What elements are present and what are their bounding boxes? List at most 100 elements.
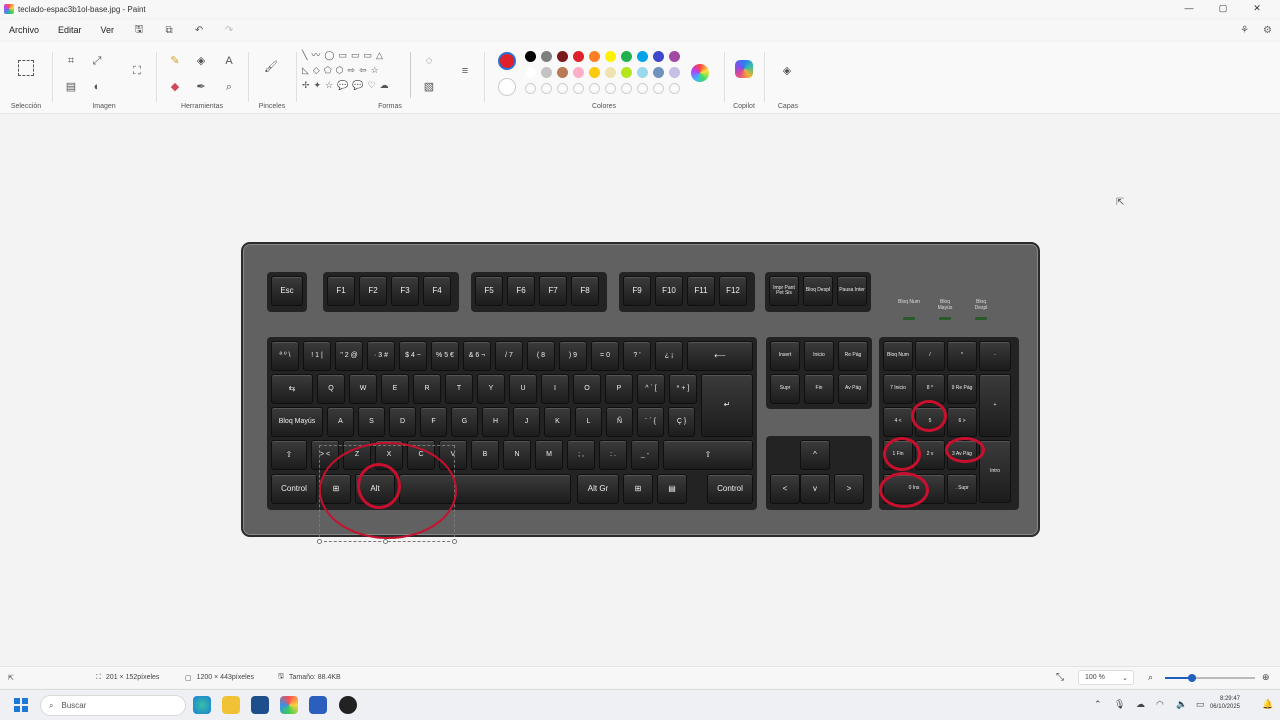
- wifi-icon[interactable]: ◠: [1156, 699, 1164, 710]
- resize-handle[interactable]: [383, 539, 388, 544]
- color-swatch[interactable]: [621, 83, 632, 94]
- rotate-icon[interactable]: ▤: [64, 80, 78, 94]
- group-imagen: ⌗ ⤢ ⛶ ▤ ◐ Imagen: [56, 46, 152, 112]
- chevron-up-icon[interactable]: ⌃: [1094, 699, 1102, 710]
- community-icon[interactable]: ⚘: [1240, 25, 1249, 36]
- color-swatch[interactable]: [525, 67, 536, 78]
- zoom-out-icon[interactable]: ⌕: [1148, 672, 1153, 683]
- color-picker-icon[interactable]: ✒: [194, 80, 208, 94]
- share-icon[interactable]: ⧉: [154, 25, 184, 36]
- color-swatch[interactable]: [621, 51, 632, 62]
- resize-handle[interactable]: [452, 539, 457, 544]
- color-swatch[interactable]: [557, 83, 568, 94]
- edge-icon[interactable]: [193, 696, 211, 714]
- word-icon[interactable]: [309, 696, 327, 714]
- zoom-in-icon[interactable]: ⊕: [1262, 672, 1270, 683]
- color-swatch[interactable]: [589, 67, 600, 78]
- store-icon[interactable]: [251, 696, 269, 714]
- maximize-button[interactable]: ▢: [1206, 0, 1240, 16]
- color-swatch[interactable]: [637, 67, 648, 78]
- color-swatch[interactable]: [557, 51, 568, 62]
- magnifier-icon[interactable]: ⌕: [222, 80, 236, 94]
- color-swatch[interactable]: [573, 67, 584, 78]
- color-swatch[interactable]: [637, 51, 648, 62]
- notifications-icon[interactable]: 🔔: [1262, 699, 1273, 710]
- obs-icon[interactable]: [339, 696, 357, 714]
- color-swatch[interactable]: [669, 67, 680, 78]
- volume-icon[interactable]: 🔈: [1176, 699, 1187, 710]
- pencil-icon[interactable]: ✎: [168, 54, 182, 68]
- color-swatch[interactable]: [637, 83, 648, 94]
- flip-icon[interactable]: ◐: [90, 80, 104, 94]
- crop-icon[interactable]: ⌗: [64, 54, 78, 68]
- edit-colors-icon[interactable]: [691, 64, 709, 82]
- color-swatch[interactable]: [541, 51, 552, 62]
- shape-fill-icon[interactable]: ▧: [422, 80, 436, 94]
- select-icon[interactable]: [18, 60, 34, 76]
- color-swatch[interactable]: [669, 83, 680, 94]
- color-swatch[interactable]: [605, 51, 616, 62]
- color-swatch[interactable]: [605, 67, 616, 78]
- color-swatch[interactable]: [525, 51, 536, 62]
- resize-handle[interactable]: [317, 539, 322, 544]
- start-button[interactable]: [14, 698, 28, 712]
- file-explorer-icon[interactable]: [222, 696, 240, 714]
- outline-icon[interactable]: ◌: [422, 54, 436, 68]
- group-label-imagen: Imagen: [92, 103, 116, 110]
- zoom-slider-thumb[interactable]: [1188, 674, 1196, 682]
- save-icon[interactable]: 🖫: [124, 22, 154, 39]
- resize-icon[interactable]: ⤢: [90, 54, 104, 68]
- group-label-seleccion: Selección: [10, 103, 42, 110]
- settings-icon[interactable]: ⚙: [1263, 25, 1272, 36]
- onedrive-icon[interactable]: ☁: [1136, 699, 1145, 710]
- color-swatch[interactable]: [653, 67, 664, 78]
- color-swatch[interactable]: [573, 51, 584, 62]
- keyboard-key: 3 Av Pág: [947, 440, 977, 470]
- minimize-button[interactable]: —: [1172, 0, 1206, 16]
- paint-taskbar-icon[interactable]: [280, 696, 298, 714]
- undo-icon[interactable]: ↶: [184, 25, 214, 36]
- layers-icon[interactable]: ◈: [780, 64, 794, 78]
- keyboard-key: 5: [915, 407, 945, 437]
- fill-icon[interactable]: ◈: [194, 54, 208, 68]
- menu-editar[interactable]: Editar: [49, 25, 92, 35]
- zoom-slider[interactable]: [1165, 674, 1255, 682]
- color-swatch[interactable]: [605, 83, 616, 94]
- close-button[interactable]: ✕: [1240, 0, 1274, 16]
- clock[interactable]: 8:29:47 06/10/2025: [1210, 696, 1240, 712]
- color-swatch[interactable]: [557, 67, 568, 78]
- menu-ver[interactable]: Ver: [92, 25, 125, 35]
- secondary-color[interactable]: [498, 78, 516, 96]
- redo-icon[interactable]: ↷: [214, 25, 244, 36]
- color-swatch[interactable]: [525, 83, 536, 94]
- image-select-icon[interactable]: ⛶: [130, 64, 144, 78]
- keyboard-key: Supr: [770, 374, 800, 404]
- color-swatch[interactable]: [653, 51, 664, 62]
- keyboard-key: ⟵: [687, 341, 753, 371]
- zoom-select[interactable]: 100 % ⌄: [1078, 670, 1134, 685]
- color-swatch[interactable]: [589, 83, 600, 94]
- color-swatch[interactable]: [589, 51, 600, 62]
- taskbar-search[interactable]: ⌕ Buscar: [40, 695, 186, 716]
- color-swatch[interactable]: [653, 83, 664, 94]
- copilot-icon[interactable]: [735, 60, 753, 78]
- color-swatch[interactable]: [573, 83, 584, 94]
- color-swatch[interactable]: [541, 67, 552, 78]
- stroke-size-icon[interactable]: ≡: [458, 64, 472, 78]
- color-swatch[interactable]: [621, 67, 632, 78]
- selection-box[interactable]: [317, 445, 457, 544]
- window-title: teclado-espac3b1ol-base.jpg - Paint: [18, 4, 146, 14]
- battery-icon[interactable]: ▭: [1196, 699, 1205, 710]
- taskbar: ⌕ Buscar ⌃ 🎙 ☁ ◠ 🔈 ▭ 8:29:47 06/10/2025 🔔: [0, 689, 1280, 720]
- fit-to-window-icon[interactable]: ⤡: [1056, 672, 1064, 683]
- text-tool-icon[interactable]: A: [222, 54, 236, 68]
- color-swatch[interactable]: [669, 51, 680, 62]
- menu-archivo[interactable]: Archivo: [0, 25, 49, 35]
- brush-icon[interactable]: 🖌: [264, 60, 278, 74]
- primary-color[interactable]: [498, 52, 516, 70]
- microphone-icon[interactable]: 🎙: [1114, 699, 1125, 710]
- keyboard-key: G: [451, 407, 478, 437]
- eraser-icon[interactable]: ◆: [168, 80, 182, 94]
- shapes-gallery[interactable]: ╲〰◯▭▭▭△ ◺◇⬠⬡⇨⇦☆ ✢✦☆💬💬♡☁: [302, 48, 408, 100]
- color-swatch[interactable]: [541, 83, 552, 94]
